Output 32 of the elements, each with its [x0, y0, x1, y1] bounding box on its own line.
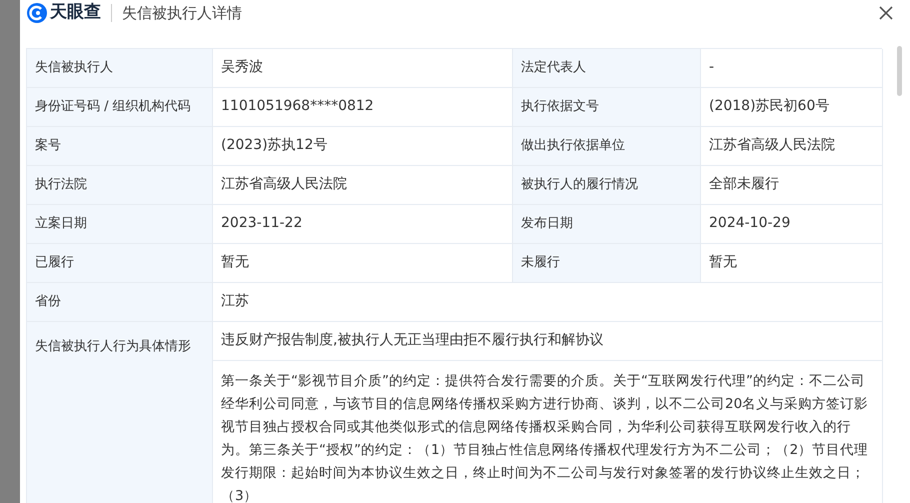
- field-label: 发布日期: [513, 204, 701, 244]
- field-label: 立案日期: [27, 204, 213, 244]
- field-value: 江苏省高级人民法院: [701, 126, 883, 166]
- field-label: 执行依据文号: [513, 88, 701, 126]
- detail-paragraph: 第一条关于“影视节目介质”的约定：提供符合发行需要的介质。关于“互联网发行代理”的约定：不二公司经华利公司同意，与该节目的信息网络传播权采购方进行协商、谈判，以不二公司20名义与采购方签订影视节目独占授权合同或其他类似形式的信息网络传播权采购合同，为华利公司获得互联网发行收入的行为。第三条关于“授权”的约定：（1）节目独占性信息网络传播权代理发行方为不二公司；（2）节目代理发行期限：起始时间为本协议生效之日，终止时间为不二公司与发行对象签署的发行协议终止生效之日；（3）: [221, 372, 870, 503]
- field-label: 被执行人的履行情况: [513, 166, 701, 204]
- field-value: 2024-10-29: [701, 204, 883, 244]
- dialog-title: 失信被执行人详情: [122, 2, 242, 24]
- field-label: 省份: [27, 282, 213, 322]
- field-value: 全部未履行: [701, 166, 883, 204]
- field-label: 做出执行依据单位: [513, 126, 701, 166]
- field-label: 身份证号码 / 组织机构代码: [27, 88, 213, 126]
- field-label: 已履行: [27, 244, 213, 282]
- field-value: 江苏: [213, 282, 883, 322]
- field-label: 法定代表人: [513, 48, 701, 88]
- field-label: 失信被执行人: [27, 48, 213, 88]
- field-value: 江苏省高级人民法院: [213, 166, 513, 204]
- field-value: 吴秀波: [213, 48, 513, 88]
- field-value: 暂无: [701, 244, 883, 282]
- field-label: 执行法院: [27, 166, 213, 204]
- logo-text: 天眼查: [50, 1, 101, 24]
- scrollbar[interactable]: [897, 46, 902, 96]
- field-label: 案号: [27, 126, 213, 166]
- field-value: 2023-11-22: [213, 204, 513, 244]
- field-value: (2023)苏执12号: [213, 126, 513, 166]
- field-label: 未履行: [513, 244, 701, 282]
- field-value: (2018)苏民初60号: [701, 88, 883, 126]
- field-value: 1101051968****0812: [213, 88, 513, 126]
- field-value: 暂无: [213, 244, 513, 282]
- field-label: 失信被执行人行为具体情形: [35, 338, 191, 354]
- field-value: -: [701, 48, 883, 88]
- field-value: 违反财产报告制度,被执行人无正当理由拒不履行执行和解协议: [213, 322, 883, 360]
